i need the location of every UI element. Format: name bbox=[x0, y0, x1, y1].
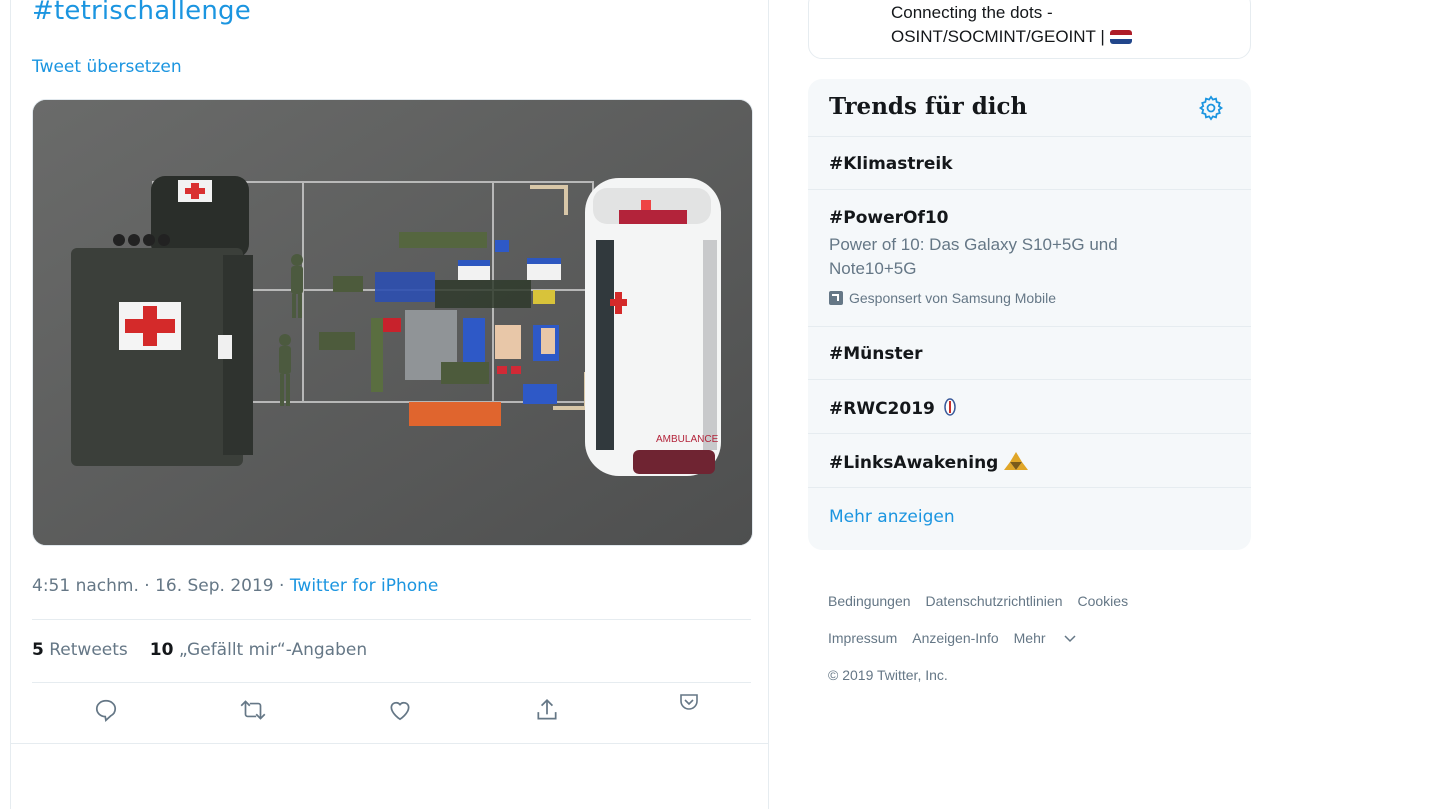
pocket-icon[interactable] bbox=[669, 682, 709, 722]
trend-name: #Klimastreik bbox=[829, 154, 953, 174]
tweet-detail: #tetrischallenge Tweet übersetzen AMBULA… bbox=[10, 0, 769, 809]
tweet-actions bbox=[32, 690, 751, 738]
trend-name: #LinksAwakening bbox=[829, 451, 1029, 473]
likes-count: 10 bbox=[149, 640, 174, 660]
divider bbox=[32, 682, 751, 683]
footer-more-label: Mehr bbox=[1013, 630, 1046, 646]
gear-icon[interactable] bbox=[1197, 94, 1225, 122]
footer-link-terms[interactable]: Bedingungen bbox=[828, 593, 911, 609]
retweets-count: 5 bbox=[32, 640, 44, 660]
divider bbox=[11, 743, 768, 744]
trend-item[interactable]: #LinksAwakening bbox=[808, 434, 1251, 488]
trend-name-text: #LinksAwakening bbox=[829, 453, 999, 473]
footer-link-imprint[interactable]: Impressum bbox=[828, 630, 897, 646]
chevron-down-icon bbox=[1064, 635, 1076, 643]
tweet-meta: 4:51 nachm. · 16. Sep. 2019 · Twitter fo… bbox=[32, 576, 438, 596]
trend-item[interactable]: #Klimastreik bbox=[808, 137, 1251, 190]
rugby-ball-icon bbox=[944, 398, 956, 416]
divider bbox=[32, 619, 751, 620]
account-description: Connecting the dots - OSINT/SOCMINT/GEOI… bbox=[891, 1, 1132, 49]
trend-item[interactable]: #Münster bbox=[808, 327, 1251, 380]
reply-icon[interactable] bbox=[86, 690, 126, 730]
tweet-stats: 5 Retweets 10 „Gefällt mir“-Angaben bbox=[32, 640, 367, 660]
trend-item-promoted[interactable]: #PowerOf10 Power of 10: Das Galaxy S10+5… bbox=[808, 190, 1251, 327]
footer-more-button[interactable]: Mehr bbox=[1014, 630, 1077, 646]
footer-link-privacy[interactable]: Datenschutzrichtlinien bbox=[926, 593, 1063, 609]
trend-name: #PowerOf10 bbox=[829, 208, 949, 228]
who-to-follow-card: Connecting the dots - OSINT/SOCMINT/GEOI… bbox=[808, 0, 1251, 59]
description-line: Connecting the dots - bbox=[891, 3, 1053, 22]
likes-label: „Gefällt mir“-Angaben bbox=[178, 640, 368, 660]
tweet-source-link[interactable]: Twitter for iPhone bbox=[290, 576, 439, 596]
likes-stat[interactable]: 10 „Gefällt mir“-Angaben bbox=[150, 640, 367, 660]
trend-item[interactable]: #RWC2019 bbox=[808, 380, 1251, 434]
tweet-photo[interactable]: AMBULANCE bbox=[32, 99, 753, 546]
hashtag-link[interactable]: #tetrischallenge bbox=[32, 0, 251, 26]
netherlands-flag-icon bbox=[1109, 30, 1132, 44]
retweet-icon[interactable] bbox=[233, 690, 273, 730]
promoted-label: Gesponsert von Samsung Mobile bbox=[829, 290, 1056, 306]
description-line: OSINT/SOCMINT/GEOINT | bbox=[891, 27, 1105, 46]
footer-link-cookies[interactable]: Cookies bbox=[1078, 593, 1129, 609]
retweets-label: Retweets bbox=[49, 640, 128, 660]
copyright: © 2019 Twitter, Inc. bbox=[828, 667, 948, 683]
translate-tweet-link[interactable]: Tweet übersetzen bbox=[32, 57, 182, 77]
trend-name: #Münster bbox=[829, 344, 923, 364]
footer-link-ads-info[interactable]: Anzeigen-Info bbox=[912, 630, 998, 646]
share-icon[interactable] bbox=[527, 690, 567, 730]
trends-title: Trends für dich bbox=[829, 93, 1028, 120]
retweets-stat[interactable]: 5 Retweets bbox=[32, 640, 128, 660]
trends-panel: Trends für dich #Klimastreik #PowerOf10 … bbox=[808, 79, 1251, 550]
promoted-text: Gesponsert von Samsung Mobile bbox=[849, 290, 1056, 306]
promoted-icon bbox=[829, 291, 843, 305]
trend-name-text: #RWC2019 bbox=[829, 399, 935, 419]
tweet-timestamp[interactable]: 4:51 nachm. · 16. Sep. 2019 · bbox=[32, 576, 290, 596]
show-more-trends-link[interactable]: Mehr anzeigen bbox=[829, 507, 955, 527]
triforce-icon bbox=[1004, 452, 1029, 470]
trends-header: Trends für dich bbox=[808, 79, 1251, 137]
ambulance-text: AMBULANCE bbox=[656, 434, 719, 445]
trend-description: Power of 10: Das Galaxy S10+5G und Note1… bbox=[829, 235, 1118, 278]
like-icon[interactable] bbox=[380, 690, 420, 730]
trend-name: #RWC2019 bbox=[829, 397, 959, 419]
